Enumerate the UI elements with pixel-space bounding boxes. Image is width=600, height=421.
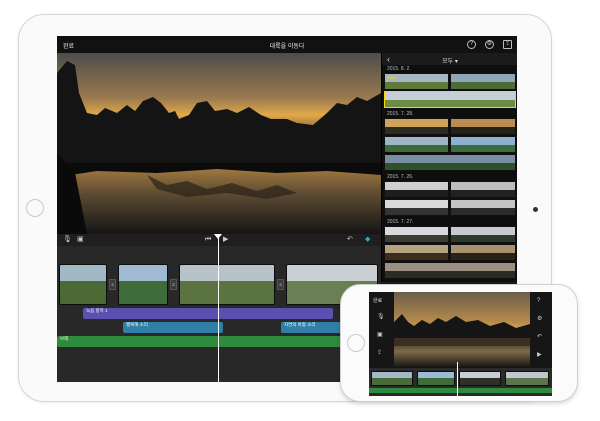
media-thumb[interactable] <box>450 118 516 135</box>
background-music-track[interactable] <box>369 388 552 393</box>
media-thumb[interactable] <box>384 226 449 243</box>
timeline-clip[interactable] <box>505 371 549 386</box>
media-thumb[interactable] <box>450 199 516 216</box>
voiceover-track[interactable]: 녹음 항목 1 <box>83 308 333 319</box>
media-thumb[interactable] <box>384 136 449 153</box>
thumb-duration: 5:58 <box>387 75 395 80</box>
iphone-device: 완료 🎙 ▣ ⇪ ? ⚙ ↶ ▶ <box>340 284 578 402</box>
microphone-icon[interactable]: 🎙 <box>377 314 385 320</box>
timeline-clip[interactable] <box>371 371 413 386</box>
audio-waveform-icon[interactable]: ◆ <box>365 236 370 244</box>
top-bar: 완료 대륙을 이동다 ? ⚙ ⇪ <box>57 36 517 53</box>
timeline[interactable]: ⧖ ⧖ ⧖ 녹음 항목 1 행복해 소리 자연의 바람 소리 브레 <box>57 246 381 382</box>
browser-header: ‹ 모두 ▾ <box>382 53 517 65</box>
iphone-screen: 완료 🎙 ▣ ⇪ ? ⚙ ↶ ▶ <box>369 292 552 396</box>
track-label: 녹음 항목 1 <box>86 308 108 313</box>
ipad-camera <box>533 207 538 212</box>
iphone-home-button[interactable] <box>347 334 365 352</box>
playhead[interactable] <box>218 237 219 382</box>
media-thumb[interactable] <box>384 244 449 261</box>
media-thumb[interactable]: 5:58 <box>384 73 449 90</box>
date-header: 2015. 7. 27. <box>387 219 414 225</box>
media-thumb[interactable] <box>384 118 449 135</box>
transition-icon[interactable]: ⧖ <box>277 279 284 290</box>
timeline-clip[interactable] <box>118 264 168 305</box>
settings-icon[interactable]: ⚙ <box>485 40 494 49</box>
rewind-icon[interactable]: ⏮ <box>205 236 211 244</box>
filter-dropdown[interactable]: 모두 ▾ <box>382 56 517 65</box>
project-title: 대륙을 이동다 <box>269 44 305 50</box>
media-thumb[interactable] <box>450 136 516 153</box>
help-icon[interactable]: ? <box>537 298 540 304</box>
media-thumb[interactable] <box>450 181 516 198</box>
sound-effect-track[interactable]: 행복해 소리 <box>123 322 223 333</box>
preview-viewer[interactable] <box>394 292 530 368</box>
karst-landscape-image <box>394 314 530 346</box>
date-header: 2015. 8. 2. <box>387 66 411 72</box>
timeline-clip[interactable] <box>59 264 107 305</box>
preview-viewer[interactable] <box>57 53 381 234</box>
ipad-home-button[interactable] <box>26 199 44 217</box>
transition-icon[interactable]: ⧖ <box>170 279 177 290</box>
iphone-timeline[interactable] <box>369 368 552 396</box>
media-thumb-selected[interactable] <box>384 91 516 108</box>
timeline-clip[interactable] <box>179 264 275 305</box>
share-icon[interactable]: ⇪ <box>503 40 512 49</box>
help-icon[interactable]: ? <box>467 40 476 49</box>
date-header: 2015. 7. 28. <box>387 111 414 117</box>
undo-icon[interactable]: ↶ <box>347 236 353 244</box>
marketing-composition: 완료 대륙을 이동다 ? ⚙ ⇪ ‹ 모두 ▾ 2015. 8. 2. 5:58… <box>0 0 600 421</box>
timeline-clip[interactable] <box>459 371 501 386</box>
media-thumb[interactable] <box>384 199 449 216</box>
playhead[interactable] <box>457 362 458 396</box>
media-browser: ‹ 모두 ▾ 2015. 8. 2. 5:58 2015. 7. 28. 201… <box>381 53 517 282</box>
media-thumb[interactable] <box>450 73 516 90</box>
media-thumb[interactable] <box>384 262 516 279</box>
play-icon[interactable]: ▶ <box>223 236 228 244</box>
undo-icon[interactable]: ↶ <box>537 334 542 340</box>
transition-icon[interactable]: ⧖ <box>109 279 116 290</box>
karst-landscape-image <box>57 53 381 234</box>
media-thumb[interactable] <box>384 154 516 171</box>
date-header: 2015. 7. 26. <box>387 174 414 180</box>
timeline-clip[interactable] <box>417 371 455 386</box>
microphone-icon[interactable]: 🎙 <box>63 236 72 244</box>
track-label: 행복해 소리 <box>126 322 148 327</box>
media-thumb[interactable] <box>384 181 449 198</box>
media-thumb[interactable] <box>450 226 516 243</box>
settings-icon[interactable]: ⚙ <box>537 316 542 322</box>
media-thumb[interactable] <box>450 244 516 261</box>
track-label: 브레 <box>60 336 69 341</box>
share-icon[interactable]: ⇪ <box>377 350 382 356</box>
camera-icon[interactable]: ▣ <box>77 236 84 244</box>
background-music-track[interactable]: 브레 <box>57 336 381 347</box>
play-icon[interactable]: ▶ <box>537 352 542 358</box>
done-button[interactable]: 완료 <box>373 297 382 304</box>
camera-icon[interactable]: ▣ <box>377 332 383 338</box>
track-label: 자연의 바람 소리 <box>284 322 316 327</box>
